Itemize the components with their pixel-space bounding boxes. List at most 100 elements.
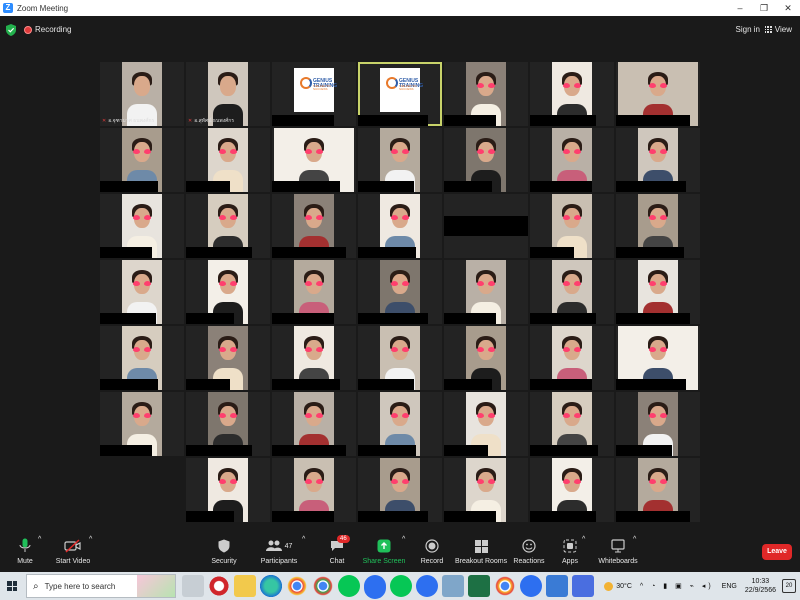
participant-name-redacted	[186, 511, 234, 522]
participant-tile[interactable]	[444, 392, 528, 456]
participant-tile[interactable]	[444, 260, 528, 324]
participant-tile[interactable]	[358, 194, 442, 258]
participant-tile[interactable]	[272, 458, 356, 522]
participant-tile[interactable]	[530, 194, 614, 258]
participants-options-caret[interactable]: ^	[302, 536, 305, 570]
participant-tile[interactable]	[616, 458, 700, 522]
zoom-taskbar-3-icon[interactable]	[520, 575, 542, 597]
zoom-taskbar-2-icon[interactable]	[416, 575, 438, 597]
participant-tile[interactable]	[530, 326, 614, 390]
participant-tile[interactable]	[358, 128, 442, 192]
participant-tile[interactable]	[100, 128, 184, 192]
participant-tile[interactable]	[272, 260, 356, 324]
chrome-profile-icon[interactable]	[312, 575, 334, 597]
file-explorer-icon[interactable]	[234, 575, 256, 597]
participants-button[interactable]: 47 Participants	[260, 536, 298, 570]
windows-start-icon[interactable]	[7, 581, 17, 591]
share-options-caret[interactable]: ^	[402, 536, 405, 570]
close-button[interactable]: ✕	[776, 0, 800, 16]
edge-browser-icon[interactable]	[260, 575, 282, 597]
participant-tile[interactable]	[444, 326, 528, 390]
participant-name-redacted	[444, 511, 496, 522]
chat-button[interactable]: 46 Chat	[324, 535, 350, 570]
maximize-button[interactable]: ❐	[752, 0, 776, 16]
taskbar-search-box[interactable]: ⌕ Type here to search	[26, 574, 176, 598]
participant-tile[interactable]	[444, 62, 528, 126]
task-view-icon[interactable]	[182, 575, 204, 597]
participant-tile[interactable]	[616, 392, 700, 456]
photos-app-icon[interactable]	[572, 575, 594, 597]
participant-tile[interactable]	[444, 458, 528, 522]
participant-tile[interactable]	[186, 260, 270, 324]
participant-tile[interactable]	[186, 458, 270, 522]
app-circle-icon[interactable]	[208, 575, 230, 597]
video-options-caret[interactable]: ^	[89, 536, 92, 570]
excel-icon[interactable]	[468, 575, 490, 597]
participant-tile[interactable]	[186, 392, 270, 456]
language-indicator[interactable]: ENG	[722, 583, 737, 590]
participant-tile[interactable]	[444, 194, 528, 258]
participant-tile[interactable]	[530, 62, 614, 126]
apps-button[interactable]: Apps	[557, 536, 583, 570]
taskbar-clock[interactable]: 10:33 22/9/2566	[745, 577, 776, 595]
tray-system-icons[interactable]: ^ ◔ ▮ ▣ ⌁ ◂)	[640, 582, 714, 590]
recording-label[interactable]: Recording	[35, 25, 71, 34]
weather-icon[interactable]	[604, 581, 614, 591]
participant-tile[interactable]	[530, 128, 614, 192]
line-app-icon[interactable]	[338, 575, 360, 597]
participant-tile[interactable]	[530, 392, 614, 456]
participant-tile[interactable]	[100, 194, 184, 258]
participant-tile[interactable]	[272, 128, 356, 192]
participant-tile[interactable]	[530, 458, 614, 522]
participant-tile[interactable]	[186, 326, 270, 390]
participant-tile[interactable]	[272, 392, 356, 456]
participant-tile[interactable]	[272, 194, 356, 258]
participant-tile[interactable]	[616, 326, 700, 390]
whiteboards-options-caret[interactable]: ^	[633, 536, 636, 570]
participant-tile[interactable]	[616, 260, 700, 324]
participant-tile[interactable]	[100, 260, 184, 324]
participant-tile[interactable]	[358, 326, 442, 390]
temperature-label[interactable]: 30°C	[616, 583, 632, 590]
participant-tile[interactable]	[358, 392, 442, 456]
participant-tile[interactable]	[616, 62, 700, 126]
participant-tile[interactable]: ✕ อ.สุทัศน์ ธนพงศ์กร	[186, 62, 270, 126]
participant-tile[interactable]	[616, 194, 700, 258]
sign-in-link[interactable]: Sign in	[736, 25, 760, 34]
chrome-profile-2-icon[interactable]	[494, 575, 516, 597]
share-screen-button[interactable]: Share Screen	[362, 536, 406, 570]
breakout-rooms-button[interactable]: Breakout Rooms	[455, 536, 507, 570]
participant-tile[interactable]	[186, 194, 270, 258]
record-button[interactable]: Record	[418, 536, 446, 570]
participant-tile[interactable]	[100, 326, 184, 390]
participant-tile[interactable]	[358, 260, 442, 324]
document-app-icon[interactable]	[442, 575, 464, 597]
reactions-button[interactable]: Reactions	[513, 536, 545, 570]
security-button[interactable]: Security	[209, 536, 239, 570]
participant-tile[interactable]	[358, 458, 442, 522]
audio-options-caret[interactable]: ^	[38, 536, 41, 570]
participant-tile[interactable]	[100, 392, 184, 456]
breakout-rooms-label: Breakout Rooms	[455, 558, 508, 565]
participant-tile[interactable]	[272, 326, 356, 390]
mute-button[interactable]: Mute	[10, 536, 40, 570]
participant-tile[interactable]	[444, 128, 528, 192]
snip-tool-icon[interactable]	[546, 575, 568, 597]
participant-tile[interactable]	[530, 260, 614, 324]
encryption-shield-icon[interactable]	[6, 24, 16, 36]
leave-button[interactable]: Leave	[762, 544, 792, 560]
participant-tile[interactable]	[616, 128, 700, 192]
participant-tile[interactable]	[186, 128, 270, 192]
apps-options-caret[interactable]: ^	[582, 536, 585, 570]
minimize-button[interactable]: –	[728, 0, 752, 16]
participant-tile[interactable]: ✕ อ.จุฑามาศ ธนพงศ์กร	[100, 62, 184, 126]
participant-tile[interactable]: GENIUS TRAINING THE KEY TO SUCCESS	[358, 62, 442, 126]
view-button[interactable]: View	[764, 25, 792, 34]
start-video-button[interactable]: Start Video	[52, 536, 94, 570]
whiteboards-button[interactable]: Whiteboards	[598, 536, 638, 570]
chrome-icon[interactable]	[286, 575, 308, 597]
line-app-2-icon[interactable]	[390, 575, 412, 597]
zoom-taskbar-icon[interactable]	[364, 575, 386, 597]
participant-tile[interactable]: GENIUS TRAINING THE KEY TO SUCCESS	[272, 62, 356, 126]
notification-center-icon[interactable]: 20	[782, 579, 796, 593]
